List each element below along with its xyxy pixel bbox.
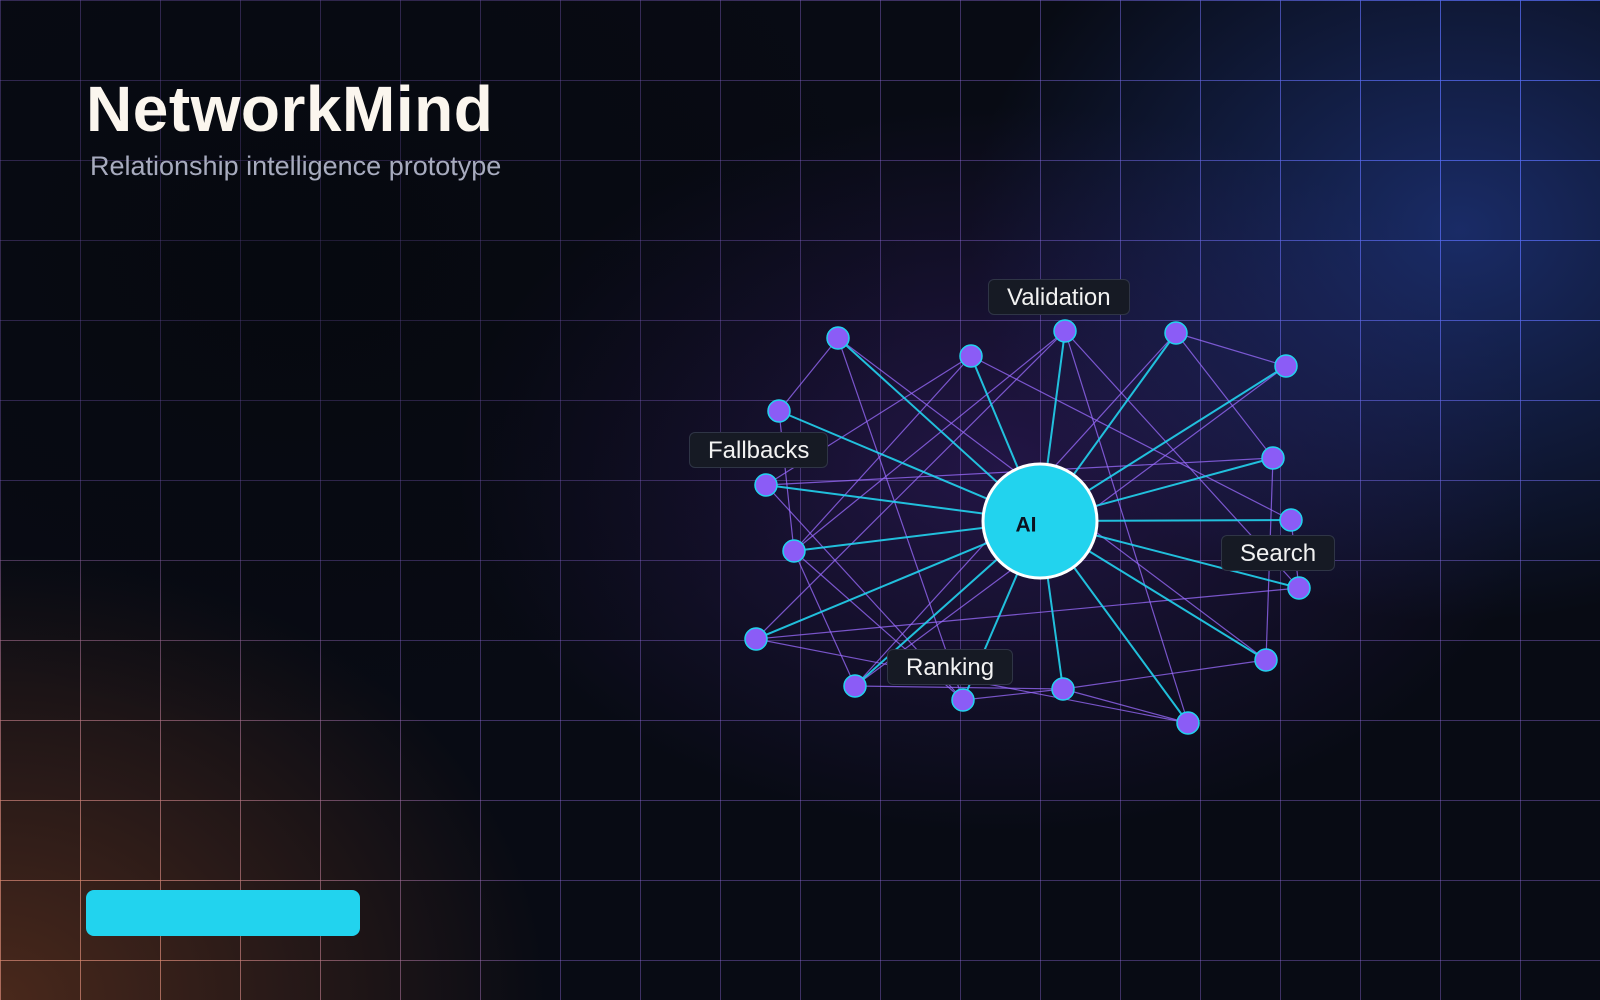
graph-node[interactable] [1279, 508, 1303, 532]
graph-node[interactable] [1051, 677, 1075, 701]
graph-node[interactable] [1261, 446, 1285, 470]
network-graph: AI [744, 319, 1311, 735]
cross-edge [1062, 688, 1189, 724]
tag-fallbacks[interactable]: Fallbacks [689, 432, 829, 468]
graph-node[interactable] [951, 688, 975, 712]
primary-action-button[interactable] [86, 890, 360, 936]
graph-node[interactable] [826, 326, 850, 350]
graph-node[interactable] [1053, 319, 1077, 343]
tag-validation[interactable]: Validation [988, 279, 1130, 315]
graph-node[interactable] [782, 539, 806, 563]
cross-edge [1062, 659, 1267, 690]
graph-node[interactable] [744, 627, 768, 651]
graph-node[interactable] [959, 344, 983, 368]
graph-node[interactable] [754, 473, 778, 497]
graph-node[interactable] [767, 399, 791, 423]
tag-search[interactable]: Search [1221, 535, 1336, 571]
graph-node[interactable] [1287, 576, 1311, 600]
cross-edge [1175, 332, 1274, 459]
cross-edge [1175, 332, 1287, 367]
graph-node[interactable] [1254, 648, 1278, 672]
cross-edge [778, 337, 839, 412]
hub-circle[interactable] [981, 462, 1099, 580]
cross-edge [962, 688, 1064, 701]
graph-node[interactable] [843, 674, 867, 698]
graph-node[interactable] [1274, 354, 1298, 378]
graph-node[interactable] [1176, 711, 1200, 735]
hub-label: AI [1016, 514, 1037, 537]
tag-ranking[interactable]: Ranking [887, 649, 1014, 685]
graph-node[interactable] [1164, 321, 1188, 345]
hub-node[interactable]: AI [981, 462, 1099, 580]
